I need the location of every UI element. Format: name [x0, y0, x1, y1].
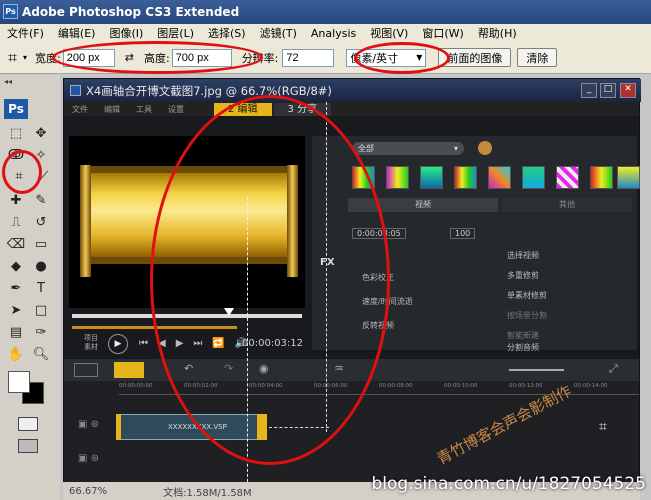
crop-overlay-icon: ⌗ — [599, 419, 607, 435]
history-brush-icon[interactable]: ↺ — [30, 214, 52, 232]
media-thumbnail — [590, 166, 613, 189]
media-thumbnail — [420, 166, 443, 189]
video-clip-highlight-ring — [150, 95, 390, 465]
document-size-readout: 文档:1.58M/1.58M — [163, 487, 252, 499]
action-single-trim: 单素材修剪 — [507, 291, 547, 300]
library-options-icon — [478, 141, 492, 155]
quick-mask-icon[interactable] — [18, 417, 38, 431]
hand-tool-icon[interactable]: ✋ — [5, 346, 27, 364]
menu-file[interactable]: 文件(F) — [0, 25, 51, 41]
video-menu-edit: 编辑 — [104, 104, 120, 114]
preset-chevron-icon[interactable]: ▾ — [23, 53, 27, 62]
menu-help[interactable]: 帮助(H) — [471, 25, 524, 41]
ruler-tick: 00:00:14:00 — [574, 383, 608, 389]
eyedropper-tool-icon[interactable]: ✑ — [30, 324, 52, 342]
eraser-tool-icon[interactable]: ⌫ — [5, 236, 27, 254]
shape-tool-icon[interactable]: □ — [30, 302, 52, 320]
action-select-video: 选择视频 — [507, 251, 539, 260]
app-icon: Ps — [3, 4, 18, 19]
resolution-input[interactable] — [282, 48, 335, 67]
play-label: 项目 素材 — [84, 334, 98, 351]
menu-image[interactable]: 图像(I) — [102, 25, 150, 41]
menu-window[interactable]: 窗口(W) — [415, 25, 470, 41]
zoom-slider — [509, 369, 564, 371]
screen-mode-icon[interactable] — [18, 439, 38, 453]
dodge-tool-icon[interactable]: ● — [30, 258, 52, 276]
ruler-tick: 00:00:10:00 — [444, 383, 478, 389]
menu-layer[interactable]: 图层(L) — [150, 25, 201, 41]
notes-tool-icon[interactable]: ▤ — [5, 324, 27, 342]
menu-edit[interactable]: 编辑(E) — [51, 25, 103, 41]
fit-timeline-icon: ⤢ — [609, 362, 618, 375]
marquee-tool-icon[interactable]: ⬚ — [5, 125, 27, 143]
menu-select[interactable]: 选择(S) — [201, 25, 253, 41]
storyboard-view-icon — [74, 363, 98, 377]
media-thumbnail — [488, 166, 511, 189]
minimize-button[interactable]: _ — [581, 83, 597, 98]
counter-field: 100 — [450, 228, 476, 239]
document-title: X4画轴合开博文截图7.jpg @ 66.7%(RGB/8#) — [86, 83, 332, 98]
path-selection-icon[interactable]: ➤ — [5, 302, 27, 320]
toolbox: ◂◂ Ps ⬚ ✥ ↂ ✧ ⌗ ⟋ ✚ ✎ ⎍ ↺ ⌫ ▭ ◆ ● ✒ T ➤ … — [0, 75, 60, 500]
healing-brush-icon[interactable]: ✚ — [5, 192, 27, 210]
window-title: Adobe Photoshop CS3 Extended — [22, 5, 240, 19]
action-scene-split: 按场景分割 — [507, 311, 547, 320]
media-thumbnail — [454, 166, 477, 189]
move-tool-icon[interactable]: ✥ — [30, 125, 52, 143]
maximize-button[interactable]: □ — [600, 83, 616, 98]
pen-tool-icon[interactable]: ✒ — [5, 280, 27, 298]
close-button[interactable]: ✕ — [620, 83, 636, 98]
library-tab-other: 其他 — [502, 198, 632, 212]
blur-tool-icon[interactable]: ◆ — [5, 258, 27, 276]
action-multi-trim: 多重修剪 — [507, 271, 539, 280]
video-menu-file: 文件 — [72, 104, 88, 114]
ruler-tick: 00:00:08:00 — [379, 383, 413, 389]
action-split-audio: 分割音频 — [507, 343, 539, 352]
video-track-icon: ▣ ⊛ — [78, 419, 100, 430]
crop-tool-preset-icon[interactable]: ⌗ — [8, 48, 17, 68]
media-thumbnail — [556, 166, 579, 189]
menu-filter[interactable]: 滤镜(T) — [253, 25, 304, 41]
gradient-tool-icon[interactable]: ▭ — [30, 236, 52, 254]
timeline-view-icon — [114, 362, 144, 378]
library-dropdown: 全部 ▾ — [352, 142, 464, 155]
zoom-tool-icon[interactable]: 🔍︎ — [30, 346, 52, 364]
video-menu-settings: 设置 — [168, 104, 184, 114]
menu-bar: 文件(F) 编辑(E) 图像(I) 图层(L) 选择(S) 滤镜(T) Anal… — [0, 24, 651, 42]
unit-highlight-ring — [354, 42, 450, 74]
stamp-tool-icon[interactable]: ⎍ — [5, 214, 27, 232]
document-title-bar: X4画轴合开博文截图7.jpg @ 66.7%(RGB/8#) _ □ ✕ — [64, 79, 641, 102]
clip-handle-left — [116, 414, 121, 440]
video-menu-tools: 工具 — [136, 104, 152, 114]
title-bar: Ps Adobe Photoshop CS3 Extended — [0, 0, 651, 24]
action-smart-new: 智能新建 — [507, 331, 539, 340]
menu-analysis[interactable]: Analysis — [304, 27, 363, 40]
clear-button[interactable]: 清除 — [517, 48, 558, 67]
foreground-color-swatch[interactable] — [8, 371, 30, 393]
play-button-icon: ▶ — [108, 334, 128, 354]
menu-view[interactable]: 视图(V) — [363, 25, 415, 41]
photoshop-logo[interactable]: Ps — [4, 99, 28, 119]
crop-tool-highlight-ring — [2, 150, 42, 194]
zoom-readout: 66.67% — [69, 485, 108, 497]
dropdown-arrow-icon: ▾ — [453, 144, 458, 153]
library-dropdown-value: 全部 — [358, 144, 374, 153]
media-thumbnail — [617, 166, 640, 189]
brush-tool-icon[interactable]: ✎ — [30, 192, 52, 210]
media-thumbnail — [386, 166, 409, 189]
watermark: blog.sina.com.cn/u/1827054525 — [371, 474, 646, 494]
media-thumbnail — [522, 166, 545, 189]
type-tool-icon[interactable]: T — [30, 280, 52, 298]
overlay-track-icon: ▣ ⊛ — [78, 453, 100, 464]
video-menu-bar: 文件 编辑 工具 设置 — [64, 102, 639, 116]
document-icon — [70, 85, 81, 96]
width-height-highlight-ring — [52, 41, 263, 74]
collapse-panel-icon[interactable]: ◂◂ — [4, 77, 12, 86]
